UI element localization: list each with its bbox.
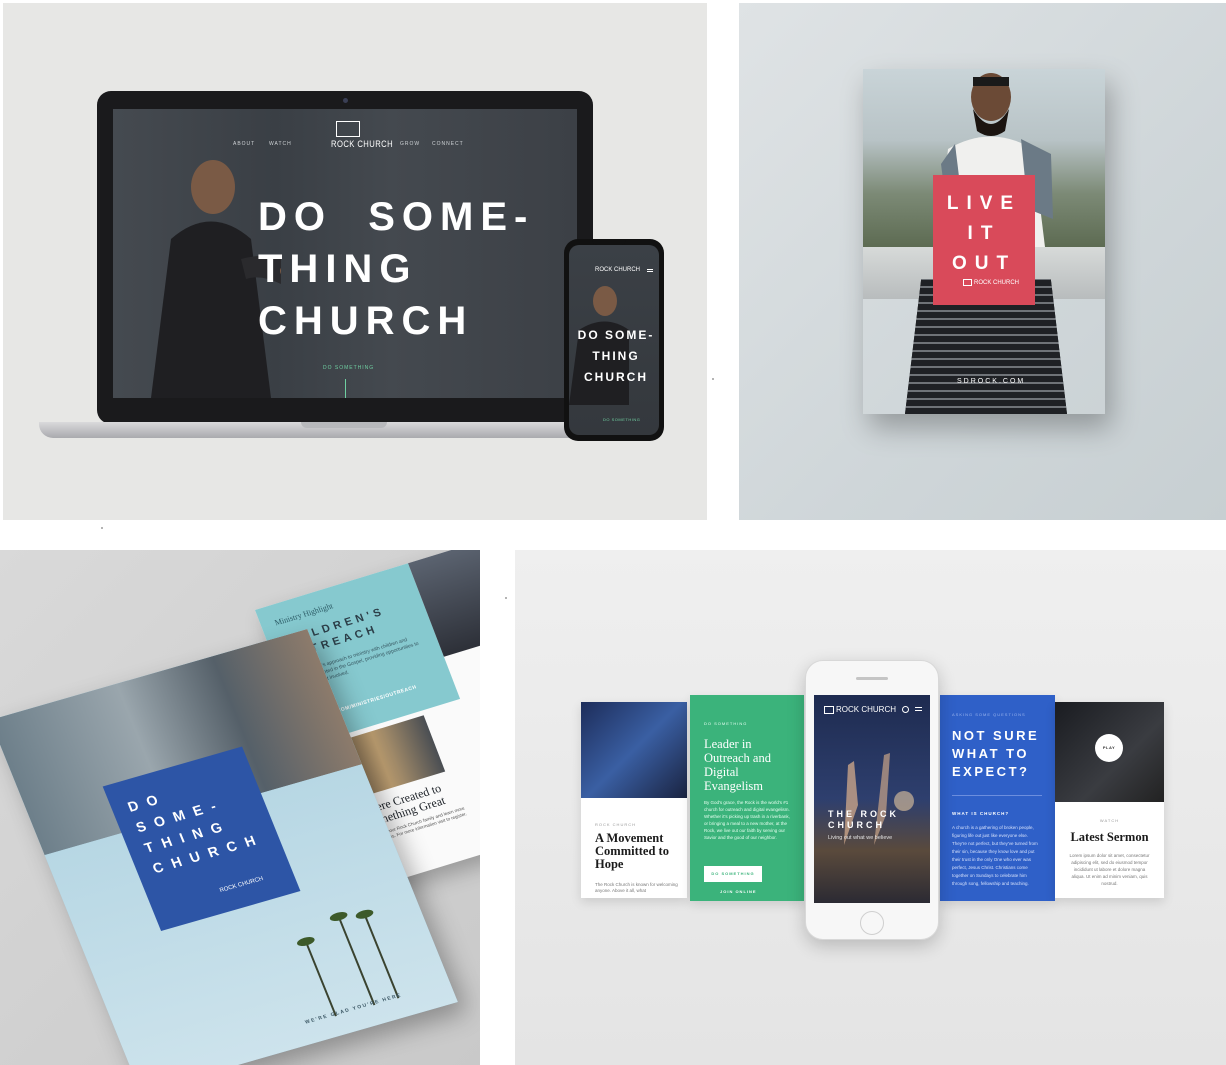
- speaker-grille: [856, 677, 888, 680]
- laptop-opening-notch: [301, 422, 387, 428]
- sermon-card: PLAY WATCH Latest Sermon Lorem ipsum dol…: [1055, 702, 1164, 898]
- hamburger-menu-icon[interactable]: [915, 707, 922, 708]
- do-something-link[interactable]: DO SOMETHING: [323, 365, 374, 371]
- card-title: NOT SURE WHAT TO EXPECT?: [952, 728, 1040, 779]
- logo-text: ROCK CHURCH: [331, 139, 394, 149]
- iphone-mockup: ROCK CHURCH DO SOME- THING CHURCH DO SOM…: [564, 239, 664, 441]
- app-logo-text: ROCK CHURCH: [836, 705, 896, 714]
- mountain-logo-icon: [336, 121, 360, 137]
- search-icon[interactable]: [902, 706, 909, 713]
- mobile-hero-screen: ROCK CHURCH DO SOME- THING CHURCH DO SOM…: [569, 245, 659, 435]
- cover-headline: DO SOME- THING CHURCH: [125, 789, 267, 877]
- mountain-logo-icon: [963, 279, 972, 286]
- rock-church-logo[interactable]: ROCK CHURCH: [328, 121, 394, 149]
- cover-logo: ROCK CHURCH: [218, 876, 265, 895]
- camera-icon: [343, 98, 348, 103]
- mountain-logo-icon: [824, 705, 834, 714]
- laptop-base: [39, 422, 651, 438]
- card-body: By God's grace, the Rock is the world's …: [704, 800, 790, 840]
- rock-church-app-screen: ROCK CHURCH THE ROCK CHURCH Living out w…: [814, 695, 930, 903]
- hero-headline: DO SOME- THING CHURCH: [258, 195, 535, 343]
- brochure-mockup-panel: Ministry Highlight CHILDREN'S OUTREACH R…: [0, 550, 480, 1065]
- question-heading: WHAT IS CHURCH?: [952, 811, 1010, 816]
- dust-speck: [101, 527, 103, 529]
- worship-concert-photo: [581, 702, 687, 798]
- card-title: A Movement Committed to Hope: [595, 831, 669, 871]
- poster-logo-text: ROCK CHURCH: [974, 280, 1019, 287]
- nav-watch[interactable]: WATCH: [269, 141, 292, 147]
- card-label: DO SOMETHING: [704, 721, 748, 726]
- mobile-screens-panel: ROCK CHURCH A Movement Committed to Hope…: [515, 550, 1226, 1065]
- mobile-hero-headline: DO SOME- THING CHURCH: [577, 328, 655, 384]
- join-online-link[interactable]: JOIN ONLINE: [720, 889, 757, 894]
- poster-url: SDROCK.COM: [957, 378, 1026, 385]
- card-body: The Rock Church is known for welcoming a…: [595, 882, 678, 893]
- scroll-line: [345, 379, 346, 398]
- website-hero-screen: ABOUT WATCH ROCK CHURCH GROW CONNECT DO …: [113, 109, 577, 398]
- card-body: Lorem ipsum dolor sit amet, consectetur …: [1069, 853, 1150, 886]
- app-hero-subtitle: Living out what we believe: [828, 835, 893, 841]
- nav-about[interactable]: ABOUT: [233, 141, 255, 147]
- play-button[interactable]: PLAY: [1095, 734, 1123, 762]
- laptop-phone-mockup-panel: ABOUT WATCH ROCK CHURCH GROW CONNECT DO …: [3, 3, 707, 520]
- nav-grow[interactable]: GROW: [400, 141, 420, 147]
- card-label: WATCH: [1099, 818, 1120, 823]
- mobile-cta-link[interactable]: DO SOMETHING: [603, 417, 640, 422]
- outreach-card: DO SOMETHING Leader in Outreach and Digi…: [690, 695, 804, 901]
- card-title: Latest Sermon: [1070, 830, 1149, 844]
- laptop-display: ABOUT WATCH ROCK CHURCH GROW CONNECT DO …: [97, 91, 593, 424]
- divider: [952, 795, 1042, 796]
- home-button[interactable]: [860, 911, 884, 935]
- card-title: Leader in Outreach and Digital Evangelis…: [704, 737, 771, 793]
- expect-card: ASKING SOME QUESTIONS NOT SURE WHAT TO E…: [940, 695, 1055, 901]
- live-it-out-headline: LIVE IT OUT: [946, 193, 1022, 274]
- card-body: A church is a gathering of broken people…: [952, 825, 1038, 886]
- do-something-button[interactable]: DO SOMETHING: [704, 866, 762, 882]
- card-label: ROCK CHURCH: [595, 822, 636, 827]
- poster-logo: ROCK CHURCH: [963, 279, 1019, 286]
- mobile-logo[interactable]: ROCK CHURCH: [595, 267, 640, 273]
- phone-notch: [592, 239, 626, 245]
- movement-card: ROCK CHURCH A Movement Committed to Hope…: [581, 702, 687, 898]
- dust-speck: [712, 378, 714, 380]
- nav-connect[interactable]: CONNECT: [432, 141, 464, 147]
- card-label: ASKING SOME QUESTIONS: [952, 712, 1026, 717]
- hamburger-menu-icon[interactable]: [647, 269, 653, 270]
- red-headline-block: LIVE IT OUT ROCK CHURCH: [933, 175, 1035, 305]
- app-hero-title: THE ROCK CHURCH: [828, 809, 899, 830]
- app-logo[interactable]: ROCK CHURCH: [824, 705, 896, 714]
- live-it-out-poster: LIVE IT OUT ROCK CHURCH SDROCK.COM: [863, 69, 1105, 414]
- poster-mockup-panel: LIVE IT OUT ROCK CHURCH SDROCK.COM: [739, 3, 1226, 520]
- dust-speck: [505, 597, 507, 599]
- white-iphone-mockup: ROCK CHURCH THE ROCK CHURCH Living out w…: [805, 660, 939, 940]
